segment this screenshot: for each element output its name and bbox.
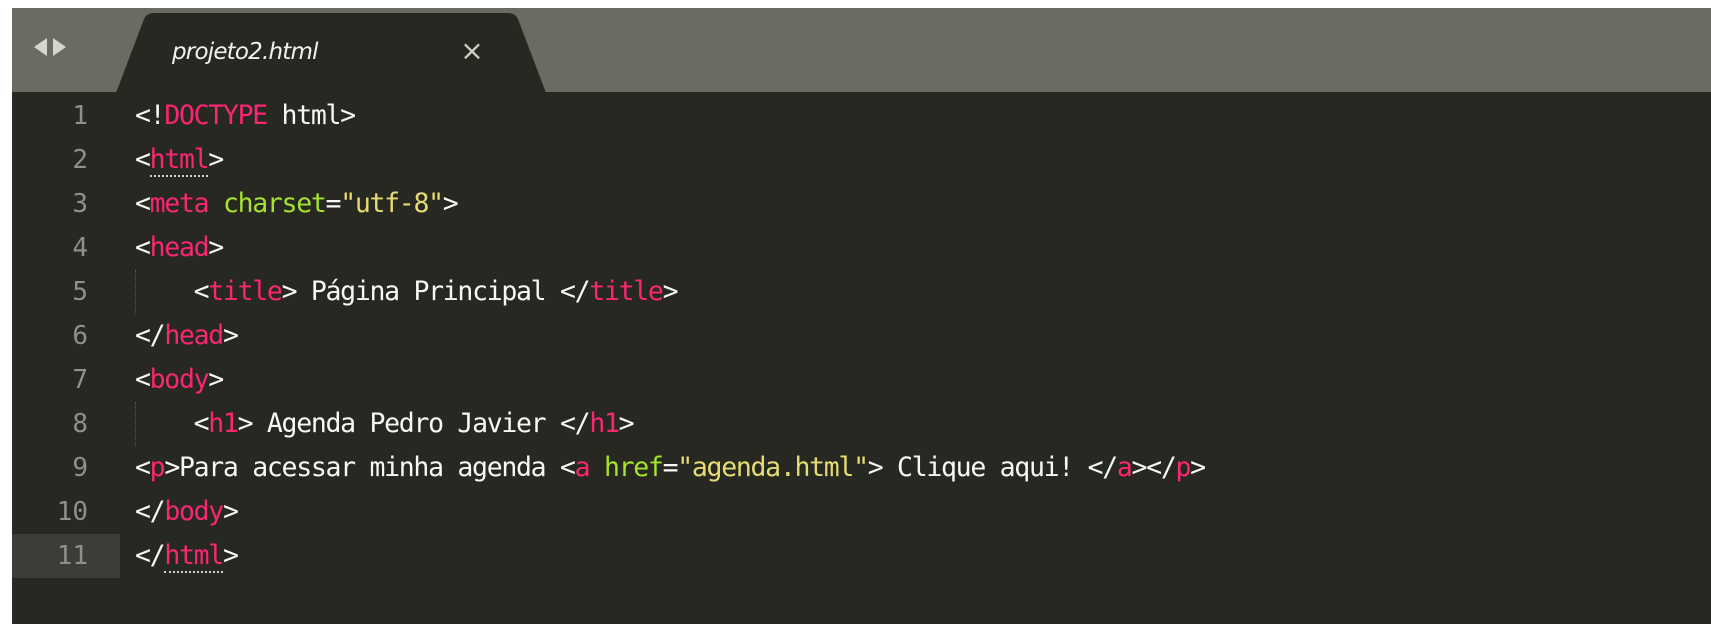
tab-navigation bbox=[34, 32, 66, 62]
text-token: > bbox=[618, 408, 635, 439]
code-line[interactable]: 2 <html> bbox=[12, 138, 1711, 182]
code-line[interactable]: 1 <!DOCTYPE html> bbox=[12, 94, 1711, 138]
code-text: </body> bbox=[135, 490, 239, 534]
tag-token: a bbox=[1116, 452, 1133, 483]
text-token: > bbox=[222, 496, 239, 527]
tag-token: body bbox=[164, 496, 224, 527]
code-text: <p>Para acessar minha agenda <a href="ag… bbox=[135, 446, 1206, 490]
text-token: > bbox=[222, 540, 239, 571]
text-token: <! bbox=[135, 100, 166, 131]
text-token: > bbox=[442, 188, 459, 219]
text-token: < bbox=[135, 232, 151, 263]
code-line[interactable]: 3 <meta charset="utf-8"> bbox=[12, 182, 1711, 226]
code-text: <html> bbox=[135, 138, 224, 182]
tag-token: p bbox=[1175, 452, 1192, 483]
text-token: html> bbox=[266, 100, 357, 131]
tag-token: meta bbox=[149, 188, 210, 219]
line-number: 6 bbox=[72, 321, 88, 351]
text-token: </ bbox=[135, 320, 166, 351]
tag-token: title bbox=[589, 276, 664, 307]
text-token: >Para acessar minha agenda < bbox=[164, 452, 576, 483]
text-token: </ bbox=[135, 496, 166, 527]
text-token: < bbox=[135, 276, 210, 307]
triangle-left-icon[interactable] bbox=[34, 38, 47, 56]
tab-filename: projeto2.html bbox=[172, 39, 319, 65]
tag-token: h1 bbox=[589, 408, 620, 439]
tag-token: html bbox=[164, 540, 224, 573]
code-editor[interactable]: 1 <!DOCTYPE html> 2 <html> 3 <meta charset="u… bbox=[12, 92, 1711, 624]
code-text: <!DOCTYPE html> bbox=[135, 94, 357, 138]
text-token: < bbox=[135, 364, 151, 395]
tab-bar: projeto2.html × bbox=[12, 8, 1711, 93]
tab-active-file[interactable]: projeto2.html × bbox=[116, 13, 546, 93]
close-icon[interactable]: × bbox=[458, 35, 486, 67]
text-token: = bbox=[662, 452, 679, 483]
code-text: <h1> Agenda Pedro Javier </h1> bbox=[135, 402, 635, 446]
text-token: > Clique aqui! </ bbox=[867, 452, 1118, 483]
tag-token: head bbox=[164, 320, 224, 351]
editor-window: projeto2.html × 1 <!DOCTYPE html> 2 <html> 3… bbox=[12, 8, 1711, 624]
triangle-right-icon[interactable] bbox=[53, 38, 66, 56]
line-number: 10 bbox=[56, 497, 88, 527]
text-token: </ bbox=[135, 540, 166, 571]
line-number: 7 bbox=[72, 365, 88, 395]
text-token: < bbox=[135, 452, 151, 483]
text-token: > bbox=[208, 364, 224, 395]
text-token: > bbox=[208, 144, 224, 175]
text-token: < bbox=[135, 408, 210, 439]
code-text: <meta charset="utf-8"> bbox=[135, 182, 459, 226]
tag-token: h1 bbox=[208, 408, 239, 439]
code-text: </head> bbox=[135, 314, 239, 358]
text-token: > bbox=[222, 320, 239, 351]
attribute-token: href bbox=[603, 452, 664, 483]
code-text: <title> Página Principal </title> bbox=[135, 270, 679, 314]
code-line[interactable]: 9 <p>Para acessar minha agenda <a href="a… bbox=[12, 446, 1711, 490]
code-line[interactable]: 6 </head> bbox=[12, 314, 1711, 358]
text-token: ></ bbox=[1131, 452, 1177, 483]
attribute-token: charset bbox=[222, 188, 327, 219]
text-token: > bbox=[208, 232, 224, 263]
text-token: > Agenda Pedro Javier </ bbox=[237, 408, 591, 439]
text-token: = bbox=[325, 188, 342, 219]
line-number: 8 bbox=[72, 409, 88, 439]
tag-token: head bbox=[149, 232, 210, 263]
code-text: </html> bbox=[135, 534, 239, 578]
text-token: < bbox=[135, 188, 151, 219]
string-token: "utf-8" bbox=[340, 188, 444, 219]
tag-token: title bbox=[208, 276, 283, 307]
code-line[interactable]: 4 <head> bbox=[12, 226, 1711, 270]
line-number: 9 bbox=[72, 453, 88, 483]
text-token: > bbox=[662, 276, 679, 307]
text-token: > bbox=[1190, 452, 1206, 483]
code-text: <head> bbox=[135, 226, 224, 270]
text-token: > Página Principal </ bbox=[281, 276, 591, 307]
line-number: 11 bbox=[12, 534, 120, 578]
tag-token: html bbox=[149, 144, 210, 177]
string-token: "agenda.html" bbox=[677, 452, 869, 483]
line-number: 4 bbox=[72, 233, 88, 263]
text-token: < bbox=[135, 144, 151, 175]
code-line[interactable]: 8 <h1> Agenda Pedro Javier </h1> bbox=[12, 402, 1711, 446]
line-number: 1 bbox=[72, 101, 88, 131]
code-line[interactable]: 11 </html> bbox=[12, 534, 1711, 578]
line-number: 2 bbox=[72, 145, 88, 175]
line-number: 3 bbox=[72, 189, 88, 219]
line-number: 5 bbox=[72, 277, 88, 307]
tag-token: p bbox=[149, 452, 166, 483]
code-line[interactable]: 7 <body> bbox=[12, 358, 1711, 402]
tag-token: DOCTYPE bbox=[164, 100, 268, 131]
code-text: <body> bbox=[135, 358, 224, 402]
code-line[interactable]: 5 <title> Página Principal </title> bbox=[12, 270, 1711, 314]
code-line[interactable]: 10 </body> bbox=[12, 490, 1711, 534]
tag-token: body bbox=[149, 364, 210, 395]
tag-token: a bbox=[574, 452, 591, 483]
